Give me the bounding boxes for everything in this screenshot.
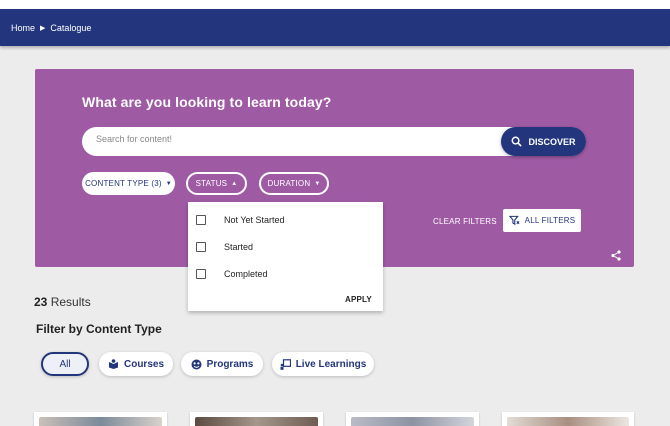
apply-button[interactable]: APPLY: [345, 295, 372, 304]
status-label: STATUS: [195, 179, 228, 188]
search-input[interactable]: [96, 134, 476, 144]
programs-icon: [191, 359, 202, 369]
pill-label: Courses: [123, 358, 164, 370]
results-label: Results: [50, 295, 91, 309]
content-type-filter[interactable]: CONTENT TYPE (3) ▼: [82, 172, 175, 195]
top-strip: [0, 0, 670, 9]
results-count: 23 Results: [34, 295, 91, 309]
pill-label: Live Learnings: [295, 358, 367, 370]
pill-courses[interactable]: Courses: [99, 352, 173, 376]
status-option-not-yet-started[interactable]: Not Yet Started: [196, 215, 285, 225]
pill-all[interactable]: All: [41, 352, 89, 376]
option-label: Completed: [224, 269, 268, 279]
discover-label: DISCOVER: [528, 136, 576, 147]
content-card[interactable]: [502, 412, 634, 426]
clear-filters-button[interactable]: CLEAR FILTERS: [433, 217, 497, 226]
hero-title: What are you looking to learn today?: [82, 94, 332, 110]
card-thumbnail: [195, 417, 318, 426]
checkbox[interactable]: [196, 242, 206, 252]
live-learnings-icon: [280, 358, 291, 370]
card-thumbnail: [39, 417, 162, 426]
pill-label: Programs: [206, 358, 254, 370]
pill-programs[interactable]: Programs: [181, 352, 263, 376]
checkbox[interactable]: [196, 269, 206, 279]
pill-live-learnings[interactable]: Live Learnings: [272, 352, 374, 376]
search-icon: [512, 136, 523, 147]
card-thumbnail: [507, 417, 629, 426]
all-filters-label: ALL FILTERS: [524, 216, 576, 225]
checkbox[interactable]: [196, 215, 206, 225]
duration-filter[interactable]: DURATION ▼: [259, 172, 329, 195]
breadcrumb-separator-icon: ▶: [40, 24, 46, 32]
discover-button[interactable]: DISCOVER: [501, 127, 586, 156]
content-type-label: CONTENT TYPE (3): [85, 179, 162, 188]
caret-down-icon: ▼: [165, 180, 172, 187]
courses-icon: [108, 359, 118, 369]
status-filter[interactable]: STATUS ▲: [186, 172, 247, 195]
card-thumbnail: [351, 417, 474, 426]
pill-label: All: [59, 358, 71, 370]
filter-by-content-type-title: Filter by Content Type: [36, 322, 162, 336]
filter-icon: [508, 215, 520, 226]
status-option-completed[interactable]: Completed: [196, 269, 268, 279]
breadcrumb-current: Catalogue: [50, 22, 92, 33]
breadcrumb: Home ▶ Catalogue: [0, 9, 670, 46]
caret-down-icon: ▼: [314, 180, 321, 187]
breadcrumb-home[interactable]: Home: [11, 23, 35, 33]
results-number: 23: [34, 295, 48, 309]
option-label: Started: [224, 242, 254, 252]
caret-up-icon: ▲: [231, 180, 238, 187]
status-option-started[interactable]: Started: [196, 242, 253, 252]
option-label: Not Yet Started: [224, 215, 285, 225]
share-icon[interactable]: [611, 250, 621, 261]
all-filters-button[interactable]: ALL FILTERS: [503, 209, 581, 232]
content-card[interactable]: [190, 412, 323, 426]
content-card[interactable]: [34, 412, 167, 426]
content-card[interactable]: [346, 412, 479, 426]
duration-label: DURATION: [267, 179, 311, 188]
status-dropdown: Not Yet Started Started Completed APPLY: [188, 202, 383, 311]
